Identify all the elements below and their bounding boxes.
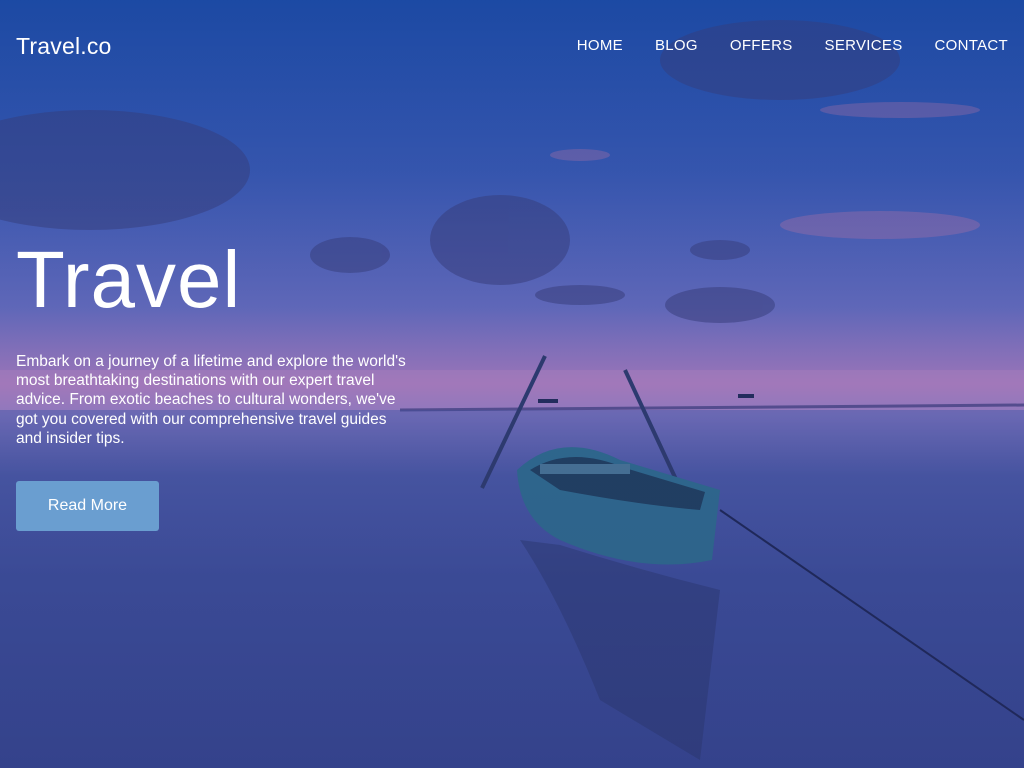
hero-title: Travel [16,235,242,324]
read-more-button[interactable]: Read More [16,481,159,532]
nav-item-contact: CONTACT [935,37,1008,55]
nav-item-services: SERVICES [825,37,903,55]
hero-description: Embark on a journey of a lifetime and ex… [16,353,406,447]
nav-item-offers: OFFERS [730,37,793,55]
brand-logo[interactable]: Travel.co [16,33,112,60]
nav-link-services[interactable]: SERVICES [825,37,903,54]
hero-section: Travel.co HOME BLOG OFFERS SERVICES CONT… [0,0,1024,768]
hero-content: Travel Embark on a journey of a lifetime… [16,232,416,532]
nav-link-offers[interactable]: OFFERS [730,37,793,54]
nav-link-contact[interactable]: CONTACT [935,37,1008,54]
nav-item-blog: BLOG [655,37,698,55]
nav-menu: HOME BLOG OFFERS SERVICES CONTACT [577,37,1008,55]
nav-link-blog[interactable]: BLOG [655,37,698,54]
nav-link-home[interactable]: HOME [577,37,623,54]
top-navbar: Travel.co HOME BLOG OFFERS SERVICES CONT… [0,0,1024,92]
nav-item-home: HOME [577,37,623,55]
